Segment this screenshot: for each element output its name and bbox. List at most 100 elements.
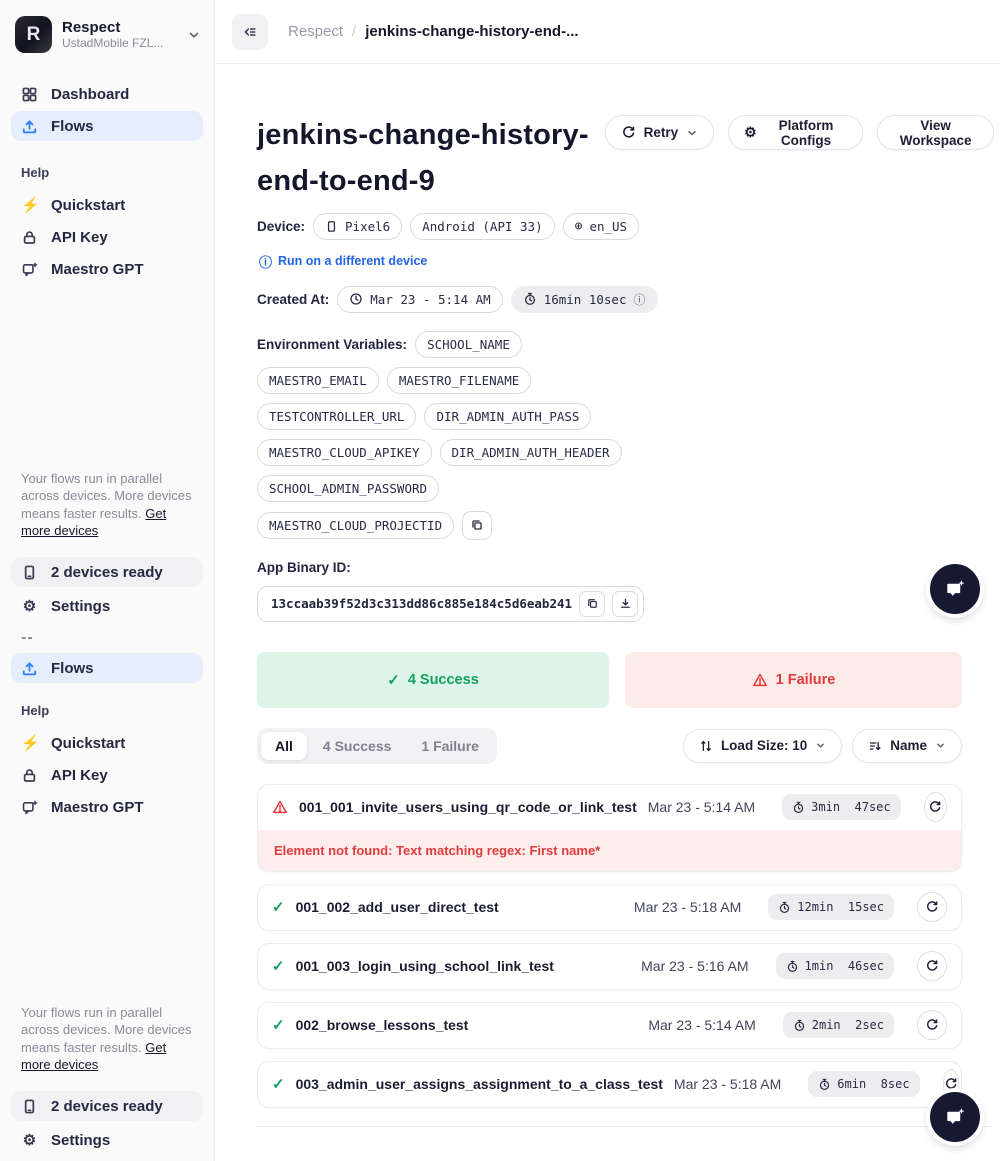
test-row[interactable]: ✓ 002_browse_lessons_test Mar 23 - 5:14 … — [258, 1003, 961, 1048]
device-os-chip[interactable]: Android (API 33) — [410, 213, 554, 240]
env-var: TESTCONTROLLER_URL — [269, 409, 404, 424]
retry-button[interactable]: Retry — [605, 115, 715, 150]
result-summary: ✓ 4 Success 1 Failure — [257, 652, 962, 708]
sidebar-item-api-key-2[interactable]: API Key — [11, 760, 203, 790]
test-date: Mar 23 - 5:18 AM — [674, 1076, 781, 1092]
test-list: 001_001_invite_users_using_qr_code_or_li… — [257, 784, 962, 1108]
copy-icon — [586, 597, 599, 610]
refresh-icon — [621, 125, 636, 140]
lock-icon — [21, 767, 38, 784]
arrows-sort-icon — [699, 739, 713, 753]
upload-icon — [21, 118, 38, 135]
phone-icon — [325, 220, 338, 233]
test-name: 001_002_add_user_direct_test — [296, 899, 499, 915]
env-var-chip[interactable]: MAESTRO_EMAIL — [257, 367, 379, 394]
device-row: Device: Pixel6 Android (API 33) ⊕ en_US — [257, 213, 962, 240]
list-end-divider — [257, 1126, 991, 1127]
run-different-device-link[interactable]: ⓘ Run on a different device — [259, 252, 427, 271]
sidebar-item-label: Quickstart — [51, 735, 125, 752]
devices-ready-status-2[interactable]: 2 devices ready — [11, 1091, 203, 1121]
header-actions: Retry ⚙ Platform Configs View Workspace — [605, 113, 994, 150]
view-workspace-label: View Workspace — [893, 118, 978, 148]
sidebar-item-flows-2[interactable]: Flows — [11, 653, 203, 683]
retry-test-button[interactable] — [917, 1010, 947, 1040]
download-binary-button[interactable] — [612, 591, 638, 617]
app-binary-pill: 13ccaab39f52d3c313dd86c885e184c5d6eab241 — [257, 586, 644, 622]
devices-ready-status[interactable]: 2 devices ready — [11, 557, 203, 587]
gear-icon: ⚙ — [744, 124, 757, 141]
workspace-org: UstadMobile FZL... — [62, 36, 177, 50]
chat-sparkle-icon — [944, 578, 966, 600]
view-workspace-button[interactable]: View Workspace — [877, 115, 994, 150]
retry-test-button[interactable] — [924, 792, 947, 822]
workspace-logo-letter: R — [27, 24, 41, 46]
test-row[interactable]: 001_001_invite_users_using_qr_code_or_li… — [258, 785, 961, 830]
sidebar-item-maestro-gpt-2[interactable]: Maestro GPT — [11, 792, 203, 822]
copy-icon — [470, 518, 484, 532]
env-var-chip[interactable]: SCHOOL_ADMIN_PASSWORD — [257, 475, 439, 502]
retry-test-button[interactable] — [917, 951, 947, 981]
sidebar-item-quickstart[interactable]: ⚡ Quickstart — [11, 190, 203, 220]
test-row[interactable]: ✓ 001_003_login_using_school_link_test M… — [258, 944, 961, 989]
sidebar-item-api-key[interactable]: API Key — [11, 222, 203, 252]
sidebar-item-label: Settings — [51, 598, 110, 615]
copy-env-vars-button[interactable] — [462, 511, 492, 540]
total-duration-chip[interactable]: 16min 10sec ⓘ — [511, 286, 658, 313]
breadcrumb-parent[interactable]: Respect — [288, 23, 343, 40]
tab-all[interactable]: All — [261, 732, 307, 760]
env-var-chip[interactable]: DIR_ADMIN_AUTH_HEADER — [440, 439, 622, 466]
sort-dropdown[interactable]: Name — [852, 729, 962, 763]
sidebar-item-label: Flows — [51, 118, 94, 135]
device-locale-chip[interactable]: ⊕ en_US — [563, 213, 639, 240]
info-icon: ⓘ — [633, 291, 645, 308]
tab-failure[interactable]: 1 Failure — [407, 732, 493, 760]
sidebar-item-settings-2[interactable]: ⚙ Settings — [11, 1125, 203, 1155]
test-row[interactable]: ✓ 001_002_add_user_direct_test Mar 23 - … — [258, 885, 961, 930]
collapse-sidebar-button[interactable] — [232, 14, 268, 50]
copy-binary-id-button[interactable] — [579, 591, 605, 617]
env-var: MAESTRO_EMAIL — [269, 373, 367, 388]
sidebar-item-settings[interactable]: ⚙ Settings — [11, 591, 203, 621]
chevron-down-icon — [935, 740, 946, 751]
env-var-chip[interactable]: SCHOOL_NAME — [415, 331, 522, 358]
sidebar-item-quickstart-2[interactable]: ⚡ Quickstart — [11, 728, 203, 758]
device-locale: en_US — [589, 219, 627, 234]
phone-icon — [21, 1098, 38, 1115]
env-var-chip[interactable]: TESTCONTROLLER_URL — [257, 403, 416, 430]
upload-icon — [21, 660, 38, 677]
env-var-chip[interactable]: MAESTRO_CLOUD_APIKEY — [257, 439, 432, 466]
env-var-chip[interactable]: MAESTRO_CLOUD_PROJECTID — [257, 512, 454, 539]
breadcrumb-separator: / — [352, 23, 356, 40]
tab-success[interactable]: 4 Success — [309, 732, 406, 760]
test-row[interactable]: ✓ 003_admin_user_assigns_assignment_to_a… — [258, 1062, 961, 1107]
platform-configs-button[interactable]: ⚙ Platform Configs — [728, 115, 863, 150]
test-duration-chip: 3min 47sec — [782, 794, 900, 820]
sidebar-help-label-2: Help — [11, 703, 203, 718]
retry-test-button[interactable] — [917, 892, 947, 922]
sidebar-item-dashboard[interactable]: Dashboard — [11, 79, 203, 109]
env-var: MAESTRO_CLOUD_PROJECTID — [269, 518, 442, 533]
sidebar-item-flows[interactable]: Flows — [11, 111, 203, 141]
failure-summary-banner[interactable]: 1 Failure — [625, 652, 962, 708]
created-date-chip[interactable]: Mar 23 - 5:14 AM — [337, 286, 502, 313]
sidebar-divider-dashes: -- — [11, 629, 203, 647]
load-size-dropdown[interactable]: Load Size: 10 — [683, 729, 842, 763]
sidebar-item-label: API Key — [51, 229, 108, 246]
test-duration-chip: 1min 46sec — [776, 953, 894, 979]
dashboard-icon — [21, 86, 38, 103]
test-date: Mar 23 - 5:14 AM — [648, 799, 755, 815]
assistant-chat-fab[interactable] — [930, 564, 980, 614]
test-name: 001_003_login_using_school_link_test — [296, 958, 554, 974]
workspace-switcher[interactable]: R Respect UstadMobile FZL... — [11, 0, 203, 53]
chevron-down-icon — [187, 28, 201, 42]
failure-count: 1 Failure — [776, 672, 836, 688]
parallel-devices-note: Your flows run in parallel across device… — [11, 470, 203, 539]
success-summary-banner[interactable]: ✓ 4 Success — [257, 652, 609, 708]
sidebar-item-maestro-gpt[interactable]: Maestro GPT — [11, 254, 203, 284]
assistant-chat-fab[interactable] — [930, 1092, 980, 1142]
env-var-chip[interactable]: MAESTRO_FILENAME — [387, 367, 531, 394]
env-var-chip[interactable]: DIR_ADMIN_AUTH_PASS — [424, 403, 591, 430]
lock-icon — [21, 229, 38, 246]
stopwatch-icon — [523, 292, 537, 306]
device-model-chip[interactable]: Pixel6 — [313, 213, 402, 240]
